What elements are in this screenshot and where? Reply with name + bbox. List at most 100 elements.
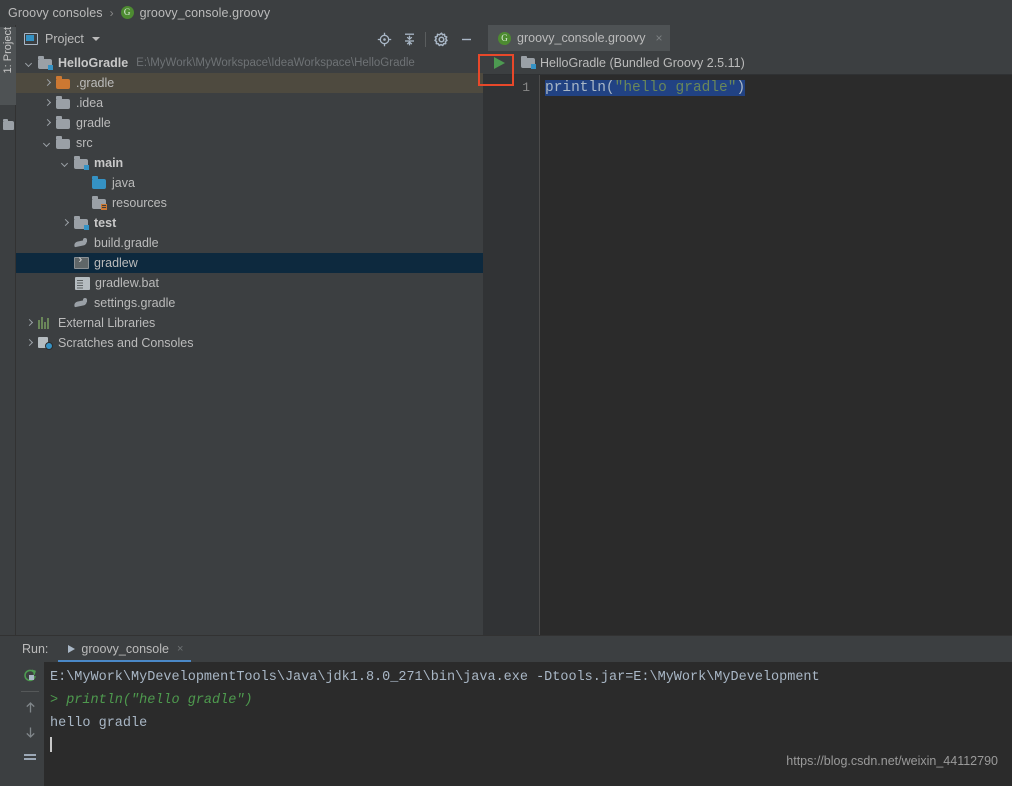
tree-node-scratches-and-consoles[interactable]: Scratches and Consoles	[16, 333, 483, 353]
editor-tab-groovy-console[interactable]: G groovy_console.groovy ×	[488, 25, 670, 51]
folder-resources-icon	[92, 196, 107, 210]
code-line-1[interactable]: println("hello gradle")	[545, 79, 746, 98]
tree-node-settings-gradle[interactable]: settings.gradle	[16, 293, 483, 313]
run-tab-label: groovy_console	[81, 642, 169, 656]
tree-node-label: gradlew	[94, 256, 138, 270]
run-configuration[interactable]: HelloGradle (Bundled Groovy 2.5.11)	[521, 55, 745, 70]
chevron-down-icon[interactable]	[60, 158, 71, 169]
folder-grey-icon	[56, 96, 71, 110]
tree-node-resources[interactable]: resources	[16, 193, 483, 213]
tree-node--gradle[interactable]: .gradle	[16, 73, 483, 93]
chevron-right-icon[interactable]	[60, 218, 71, 229]
editor-area: G groovy_console.groovy × HelloGradle (B…	[483, 25, 1012, 635]
run-tab-bar: Run: groovy_console ×	[0, 636, 1012, 662]
chevron-right-icon[interactable]	[24, 338, 35, 349]
arrow-up-icon[interactable]	[19, 698, 41, 717]
gradle-file-icon	[74, 297, 89, 310]
close-icon[interactable]: ×	[656, 31, 663, 45]
run-window-label: Run:	[22, 642, 49, 656]
code-token-call: println(	[545, 80, 615, 96]
project-view-icon	[24, 33, 38, 45]
toolbar-divider	[425, 31, 426, 47]
breadcrumb: Groovy consoles › G groovy_console.groov…	[0, 0, 1012, 25]
chevron-down-icon[interactable]	[91, 37, 100, 41]
folder-source-icon	[92, 176, 107, 190]
run-tab-groovy-console[interactable]: groovy_console ×	[58, 636, 192, 662]
tree-node-gradlew-bat[interactable]: gradlew.bat	[16, 273, 483, 293]
gear-icon[interactable]	[429, 26, 454, 52]
rerun-icon[interactable]	[19, 666, 41, 685]
play-icon	[68, 645, 76, 653]
tree-node-label: resources	[112, 196, 167, 210]
tree-node-external-libraries[interactable]: External Libraries	[16, 313, 483, 333]
console-toolbar	[16, 662, 44, 786]
chevron-right-icon[interactable]	[42, 78, 53, 89]
project-tab-label: 1: Project	[2, 27, 14, 74]
sidebar-item-project-tab[interactable]: 1: Project	[0, 27, 16, 105]
structure-icon[interactable]	[3, 119, 14, 130]
module-folder-icon	[521, 55, 536, 69]
tree-node-label: main	[94, 156, 124, 170]
editor-gutter[interactable]: 1	[483, 75, 540, 635]
run-icon	[493, 56, 505, 69]
soft-wrap-icon[interactable]	[19, 748, 41, 767]
code-editor[interactable]: 1 println("hello gradle")	[483, 75, 1012, 635]
tree-node-label: settings.gradle	[94, 296, 176, 310]
watermark: https://blog.csdn.net/weixin_44112790	[786, 754, 998, 768]
tree-node-test[interactable]: test	[16, 213, 483, 233]
tree-node-label: Scratches and Consoles	[58, 336, 194, 350]
line-number: 1	[522, 80, 530, 95]
tree-node-label: External Libraries	[58, 316, 156, 330]
editor-tab-label: groovy_console.groovy	[517, 31, 646, 45]
chevron-right-icon[interactable]	[42, 118, 53, 129]
breadcrumb-root[interactable]: Groovy consoles	[8, 6, 103, 20]
project-view-selector[interactable]: Project	[24, 32, 100, 46]
chevron-right-icon[interactable]	[24, 318, 35, 329]
ide-window: Groovy consoles › G groovy_console.groov…	[0, 0, 1012, 786]
close-icon[interactable]: ×	[177, 643, 183, 655]
tree-node-gradle[interactable]: gradle	[16, 113, 483, 133]
breadcrumb-separator: ›	[109, 5, 114, 20]
project-panel-header: Project	[16, 25, 483, 53]
groovy-icon: G	[498, 31, 511, 45]
project-panel: Project HelloGradle E:\MyWork\MyWorkspac…	[16, 25, 483, 635]
groovy-icon: G	[120, 6, 134, 19]
locate-icon[interactable]	[372, 26, 397, 52]
bat-file-icon	[75, 276, 90, 290]
project-panel-toolbar	[372, 25, 479, 53]
tree-node-main[interactable]: main	[16, 153, 483, 173]
code-token-string: "hello gradle"	[614, 80, 737, 96]
console-line: E:\MyWork\MyDevelopmentTools\Java\jdk1.8…	[50, 670, 820, 685]
run-configuration-label: HelloGradle (Bundled Groovy 2.5.11)	[540, 55, 745, 70]
tree-node-build-gradle[interactable]: build.gradle	[16, 233, 483, 253]
arrow-down-icon[interactable]	[19, 723, 41, 742]
chevron-right-icon[interactable]	[42, 98, 53, 109]
tree-node-hellogradle[interactable]: HelloGradle E:\MyWork\MyWorkspace\IdeaWor…	[16, 53, 483, 73]
console-line: > println("hello gradle")	[50, 693, 253, 708]
console-line: hello gradle	[50, 716, 148, 731]
tree-node-label: .idea	[76, 96, 104, 110]
minimize-icon[interactable]	[454, 26, 479, 52]
chevron-down-icon[interactable]	[24, 58, 35, 69]
run-button[interactable]	[483, 51, 515, 75]
tree-node-gradlew[interactable]: gradlew	[16, 253, 483, 273]
gradle-file-icon	[74, 237, 89, 250]
project-tree[interactable]: HelloGradle E:\MyWork\MyWorkspace\IdeaWor…	[16, 53, 483, 635]
chevron-down-icon[interactable]	[42, 138, 53, 149]
tree-node-src[interactable]: src	[16, 133, 483, 153]
tree-node-label: java	[112, 176, 135, 190]
run-tool-window: Run: groovy_console × E:\MyWork\MyDevelo…	[0, 635, 1012, 786]
tree-node-label: test	[94, 216, 117, 230]
tree-node--idea[interactable]: .idea	[16, 93, 483, 113]
tree-node-java[interactable]: java	[16, 173, 483, 193]
module-folder-icon	[74, 216, 89, 230]
folder-grey-icon	[56, 136, 71, 150]
breadcrumb-file[interactable]: groovy_console.groovy	[140, 6, 271, 20]
shell-script-icon	[74, 255, 89, 269]
collapse-all-icon[interactable]	[397, 26, 422, 52]
module-folder-icon	[38, 56, 53, 70]
tree-node-label: .gradle	[76, 76, 115, 90]
